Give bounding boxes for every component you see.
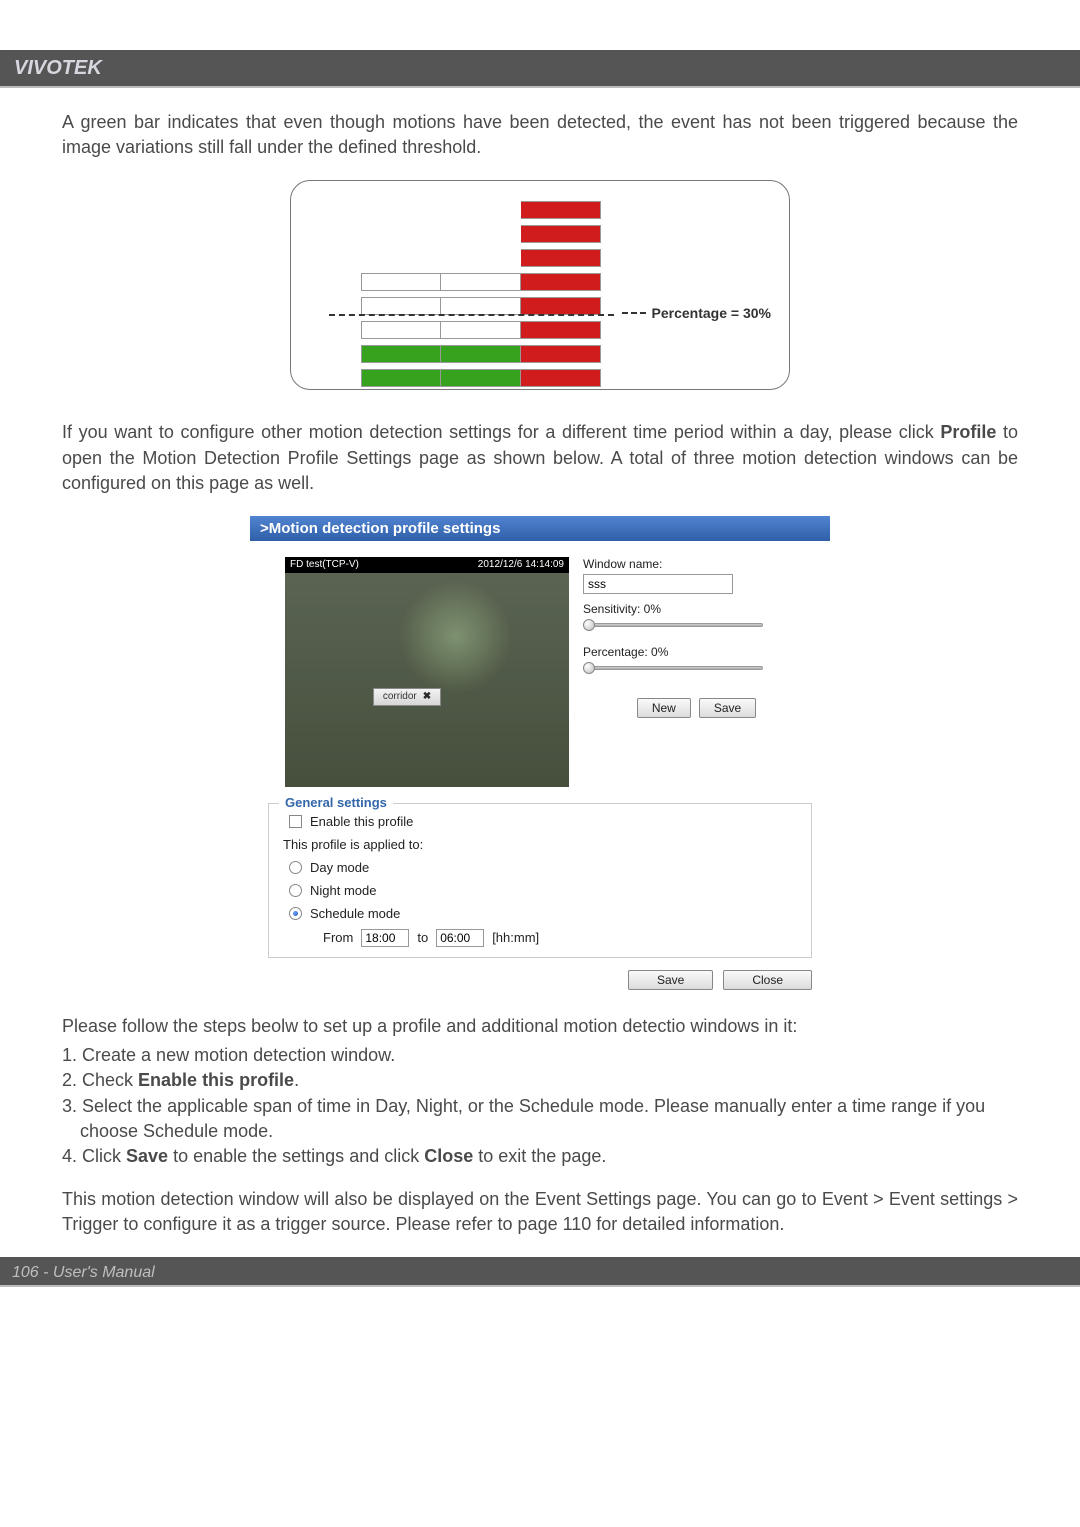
outro-paragraph: This motion detection window will also b… [62,1187,1018,1237]
profile-settings-panel: >Motion detection profile settings FD te… [250,516,830,1000]
percentage-slider[interactable] [583,662,763,674]
day-mode-radio[interactable] [289,861,302,874]
steps-intro: Please follow the steps beolw to set up … [62,1014,1018,1039]
camera-preview: FD test(TCP-V) 2012/12/6 14:14:09 corrid… [285,557,569,787]
night-mode-label: Night mode [310,883,376,898]
threshold-line [329,314,614,316]
applied-label: This profile is applied to: [283,837,423,852]
threshold-chart: Percentage = 30% [62,180,1018,390]
save-button[interactable]: Save [699,698,756,718]
enable-profile-label: Enable this profile [310,814,413,829]
day-mode-label: Day mode [310,860,369,875]
camera-title: FD test(TCP-V) [290,559,359,571]
new-button[interactable]: New [637,698,691,718]
page-number: 106 - User's Manual [12,1264,155,1281]
step-4: 4. Click Save to enable the settings and… [62,1144,1018,1169]
intro-paragraph-2a: If you want to configure other motion de… [62,422,940,442]
step-1: 1. Create a new motion detection window. [62,1043,1018,1068]
intro-paragraph-2-bold: Profile [940,422,996,442]
from-label: From [323,930,353,945]
camera-frame[interactable]: corridor ✖ [285,573,569,787]
footer-divider [0,1285,1080,1287]
general-settings-group: General settings Enable this profile Thi… [268,803,812,958]
time-format-label: [hh:mm] [492,930,539,945]
region-name: corridor [383,691,417,702]
motion-region-tag[interactable]: corridor ✖ [373,688,441,706]
panel-title: >Motion detection profile settings [250,516,830,541]
bottom-save-button[interactable]: Save [628,970,713,990]
to-time-input[interactable] [436,929,484,947]
night-mode-radio[interactable] [289,884,302,897]
general-settings-legend: General settings [279,795,393,810]
from-time-input[interactable] [361,929,409,947]
threshold-label: Percentage = 30% [622,305,771,321]
camera-timestamp: 2012/12/6 14:14:09 [478,559,564,571]
bottom-close-button[interactable]: Close [723,970,812,990]
to-label: to [417,930,428,945]
window-name-label: Window name: [583,557,810,571]
schedule-mode-label: Schedule mode [310,906,400,921]
percentage-label: Percentage: 0% [583,645,810,659]
sensitivity-label: Sensitivity: 0% [583,602,810,616]
sensitivity-slider[interactable] [583,619,763,631]
step-2: 2. Check Enable this profile. [62,1068,1018,1093]
schedule-mode-radio[interactable] [289,907,302,920]
page-header: VIVOTEK [0,50,1080,86]
step-3: 3. Select the applicable span of time in… [80,1094,1018,1144]
close-icon[interactable]: ✖ [423,691,431,702]
enable-profile-checkbox[interactable] [289,815,302,828]
page-footer: 106 - User's Manual [0,1257,1080,1285]
intro-paragraph-2: If you want to configure other motion de… [62,420,1018,496]
intro-paragraph-1: A green bar indicates that even though m… [62,110,1018,160]
brand-label: VIVOTEK [14,57,102,79]
window-name-input[interactable] [583,574,733,594]
